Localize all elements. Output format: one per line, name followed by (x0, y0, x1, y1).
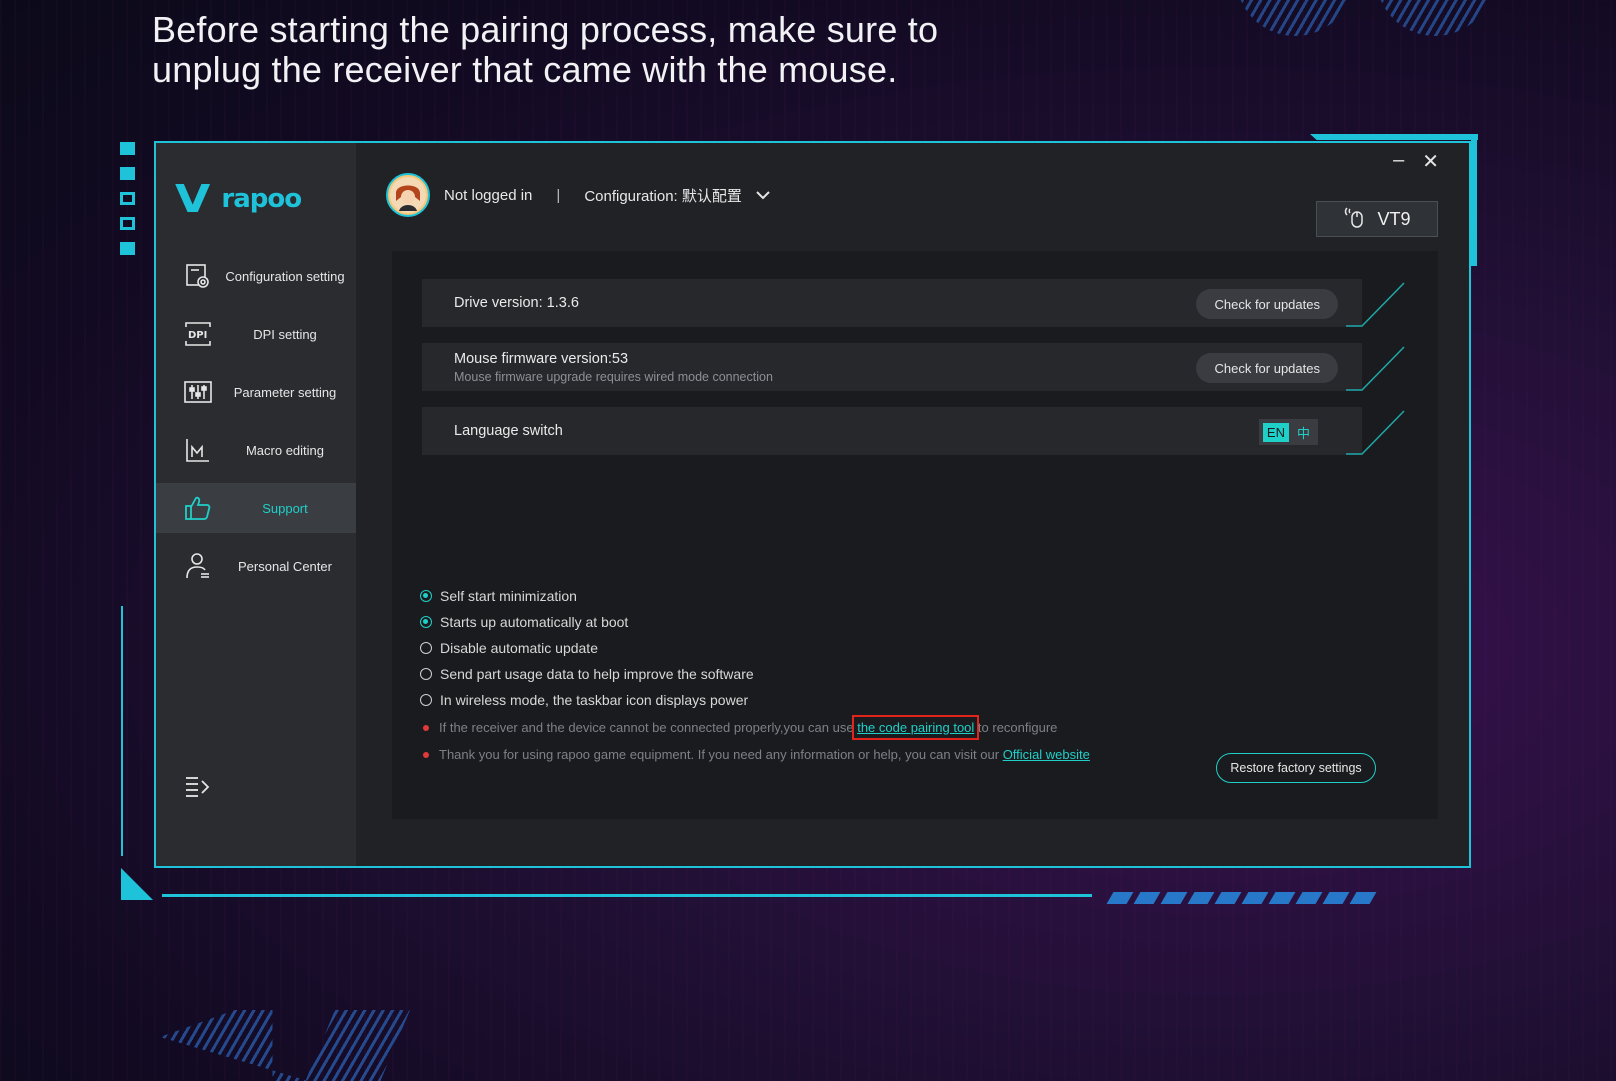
option-label: Starts up automatically at boot (440, 614, 629, 630)
radio-checked[interactable] (420, 590, 432, 602)
user-icon (184, 552, 212, 580)
svg-text:DPI: DPI (188, 330, 207, 341)
language-switch-row: Language switch EN 中 (422, 407, 1405, 455)
firmware-version: Mouse firmware version:53 (454, 350, 629, 367)
sidebar-item-label: Macro editing (245, 442, 325, 458)
option-send-usage-data[interactable]: Send part usage data to help improve the… (420, 661, 1090, 687)
logo-mark: V (175, 177, 211, 221)
sidebar-item-configuration[interactable]: Configuration setting (156, 251, 356, 301)
close-button[interactable]: ✕ (1422, 149, 1439, 174)
website-note: Thank you for using rapoo game equipment… (420, 742, 1090, 767)
decorative-squares (120, 142, 135, 267)
config-icon (184, 262, 212, 290)
row-accent (1346, 410, 1405, 455)
sidebar-item-label: Support (262, 500, 308, 516)
sidebar-item-parameter[interactable]: Parameter setting (156, 367, 356, 417)
decorative-dashes (1106, 892, 1377, 904)
sidebar-item-dpi[interactable]: DPI DPI setting (156, 309, 356, 359)
radio-unchecked[interactable] (420, 694, 432, 706)
topbar-separator: | (556, 186, 561, 204)
sidebar-item-label: Personal Center (238, 558, 332, 574)
option-start-at-boot[interactable]: Starts up automatically at boot (420, 609, 1090, 635)
minimize-button[interactable]: – (1393, 149, 1404, 174)
chevron-down-icon[interactable] (756, 187, 770, 204)
firmware-note: Mouse firmware upgrade requires wired mo… (454, 369, 773, 384)
note-text: Thank you for using rapoo game equipment… (439, 747, 1000, 762)
language-toggle: EN 中 (1258, 419, 1318, 445)
option-label: Send part usage data to help improve the… (440, 666, 754, 682)
device-button[interactable]: VT9 (1316, 201, 1438, 237)
firmware-version-row: Mouse firmware version:53 Mouse firmware… (422, 343, 1405, 391)
decorative-line (162, 894, 1092, 897)
headline: Before starting the pairing process, mak… (152, 10, 992, 90)
window-controls: – ✕ (1393, 149, 1439, 174)
restore-factory-settings-button[interactable]: Restore factory settings (1216, 753, 1376, 783)
red-dot-icon (423, 751, 429, 758)
note-text: If the receiver and the device cannot be… (439, 720, 854, 735)
official-website-link[interactable]: Official website (1003, 747, 1090, 762)
sliders-icon (184, 378, 212, 406)
support-panel: Drive version: 1.3.6 Check for updates M… (392, 251, 1438, 819)
language-option-en[interactable]: EN (1262, 422, 1289, 442)
mouse-icon (1343, 205, 1367, 234)
radio-checked[interactable] (420, 616, 432, 628)
language-option-zh[interactable]: 中 (1293, 421, 1314, 444)
window-accent (1471, 136, 1477, 266)
login-status[interactable]: Not logged in (444, 187, 532, 204)
drive-version: Drive version: 1.3.6 (454, 295, 579, 311)
avatar[interactable] (386, 173, 430, 217)
headline-line-1: Before starting the pairing process, mak… (152, 9, 939, 50)
pairing-note: If the receiver and the device cannot be… (420, 715, 1090, 740)
radio-unchecked[interactable] (420, 668, 432, 680)
app-window: V rapoo Configuration setting DPI DPI se… (154, 141, 1471, 868)
option-taskbar-power-icon[interactable]: In wireless mode, the taskbar icon displ… (420, 687, 1090, 713)
sidebar: V rapoo Configuration setting DPI DPI se… (156, 143, 356, 866)
sidebar-item-label: Parameter setting (233, 384, 337, 400)
macro-icon (184, 436, 212, 464)
sidebar-item-support[interactable]: Support (156, 483, 356, 533)
configuration-selector[interactable]: Configuration: 默认配置 (584, 185, 742, 206)
radio-unchecked[interactable] (420, 642, 432, 654)
decorative-corner (121, 868, 153, 900)
device-name: VT9 (1377, 208, 1411, 229)
headline-line-2: unplug the receiver that came with the m… (152, 49, 898, 90)
window-accent (1310, 134, 1478, 140)
sidebar-item-personal-center[interactable]: Personal Center (156, 541, 356, 591)
decorative-line (121, 606, 123, 856)
option-label: In wireless mode, the taskbar icon displ… (440, 692, 749, 708)
dpi-icon: DPI (184, 320, 212, 348)
option-disable-auto-update[interactable]: Disable automatic update (420, 635, 1090, 661)
check-driver-updates-button[interactable]: Check for updates (1196, 289, 1338, 319)
collapse-menu-icon[interactable] (184, 773, 212, 801)
sidebar-nav: Configuration setting DPI DPI setting Pa… (156, 251, 356, 599)
option-label: Self start minimization (440, 588, 577, 604)
sidebar-item-label: Configuration setting (225, 268, 345, 284)
option-label: Disable automatic update (440, 640, 598, 656)
drive-version-row: Drive version: 1.3.6 Check for updates (422, 279, 1405, 327)
options-list: Self start minimization Starts up automa… (420, 583, 1090, 767)
note-text: to reconfigure (977, 720, 1058, 735)
code-pairing-tool-link[interactable]: the code pairing tool (852, 715, 980, 740)
thumbs-up-icon (184, 494, 212, 522)
row-accent (1346, 346, 1405, 391)
topbar: Not logged in | Configuration: 默认配置 (386, 173, 770, 217)
option-self-start-minimization[interactable]: Self start minimization (420, 583, 1090, 609)
red-dot-icon (423, 724, 429, 731)
check-firmware-updates-button[interactable]: Check for updates (1196, 353, 1338, 383)
sidebar-item-label: DPI setting (253, 326, 317, 342)
language-switch-label: Language switch (454, 423, 563, 439)
rapoo-logo: V rapoo (175, 177, 302, 221)
row-accent (1346, 282, 1405, 327)
sidebar-item-macro[interactable]: Macro editing (156, 425, 356, 475)
logo-text: rapoo (221, 184, 302, 214)
